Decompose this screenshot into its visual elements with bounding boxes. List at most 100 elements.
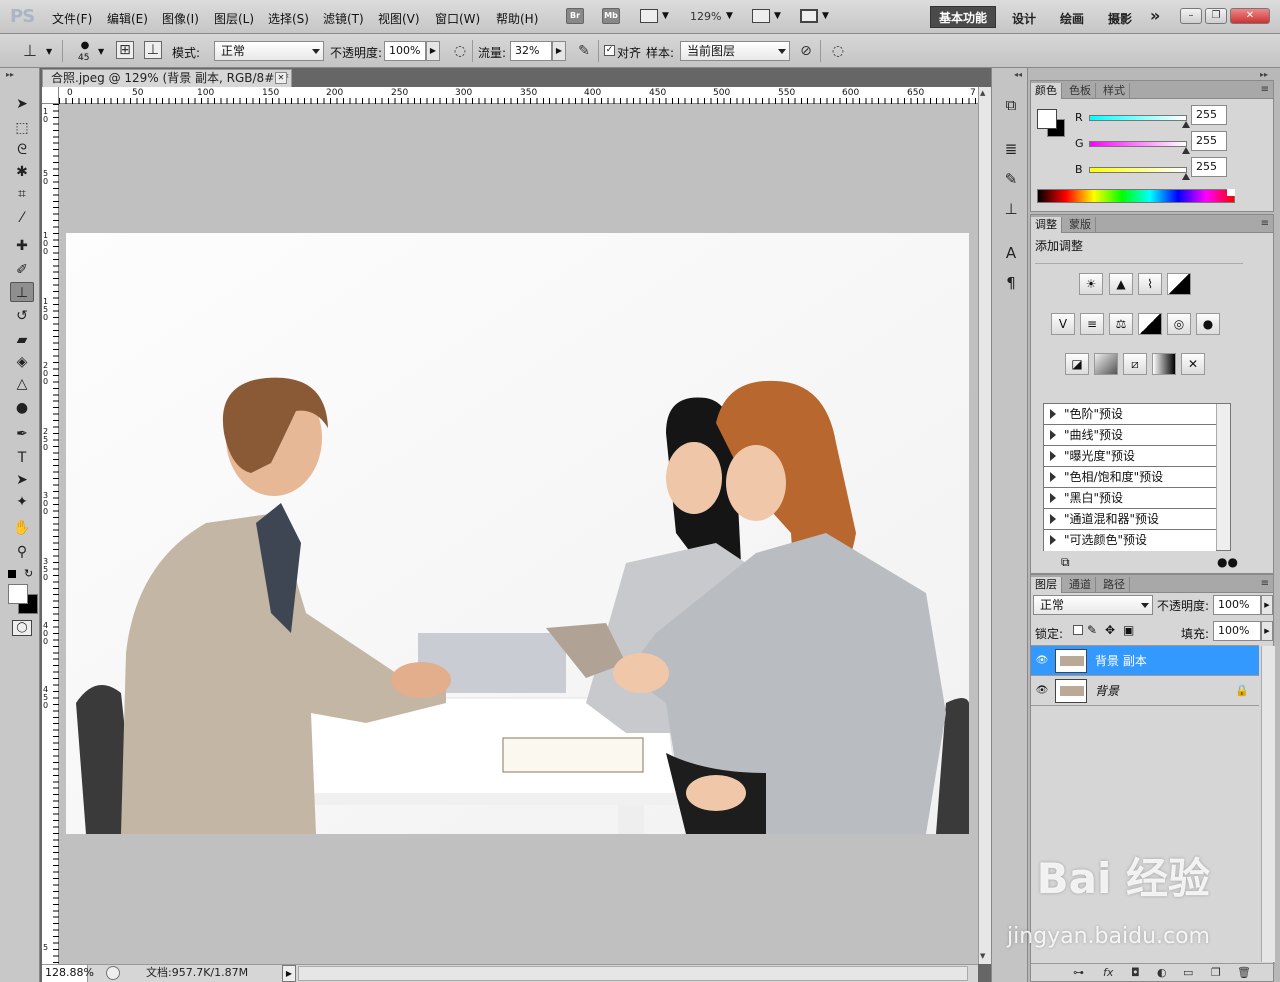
menu-filter[interactable]: 滤镜(T)	[323, 10, 364, 27]
collapse-icon[interactable]: ▸▸	[6, 70, 14, 79]
menu-edit[interactable]: 编辑(E)	[107, 10, 148, 27]
threshold-icon[interactable]: ⧄	[1123, 353, 1147, 375]
close-icon[interactable]: ✕	[275, 72, 287, 84]
document-vertical-scrollbar[interactable]: ▲ ▼	[978, 87, 991, 964]
hue-saturation-icon[interactable]: ≡	[1080, 313, 1104, 335]
clone-source-icon[interactable]: ⊥	[144, 41, 162, 59]
opacity-input[interactable]: 100%	[384, 41, 426, 61]
fill-slider-toggle[interactable]: ▶	[1261, 621, 1273, 641]
red-slider-thumb[interactable]	[1182, 121, 1190, 128]
sample-select[interactable]: 当前图层	[680, 41, 790, 61]
menu-image[interactable]: 图像(I)	[162, 10, 199, 27]
lasso-tool-icon[interactable]: ᘓ	[10, 140, 34, 160]
bridge-button[interactable]: Br	[566, 8, 584, 24]
clone-source-icon[interactable]: ⊥	[1000, 198, 1022, 220]
layer-name[interactable]: 背景	[1095, 676, 1119, 706]
chevron-down-icon[interactable]: ▼	[46, 47, 52, 56]
collapse-icon[interactable]: ◂◂	[1014, 70, 1022, 79]
panel-menu-icon[interactable]: ≡	[1261, 578, 1269, 589]
layer-opacity-input[interactable]: 100%	[1213, 595, 1261, 615]
foreground-color-swatch[interactable]	[8, 584, 28, 604]
brush-panel-icon[interactable]: ✎	[1000, 168, 1022, 190]
pressure-opacity-icon[interactable]: ◌	[450, 41, 470, 61]
layer-style-icon[interactable]: fx	[1103, 966, 1113, 979]
pen-tool-icon[interactable]: ✒	[10, 424, 34, 444]
preset-levels[interactable]: "色阶"预设	[1044, 404, 1216, 425]
color-balance-icon[interactable]: ⚖	[1109, 313, 1133, 335]
channel-mixer-icon[interactable]: ●	[1196, 313, 1220, 335]
color-ramp[interactable]	[1037, 189, 1235, 203]
brightness-contrast-icon[interactable]: ☀	[1079, 273, 1103, 295]
history-brush-tool-icon[interactable]: ↺	[10, 306, 34, 326]
status-menu-arrow-icon[interactable]: ▶	[282, 965, 296, 982]
document-image[interactable]	[66, 233, 969, 834]
brush-panel-icon[interactable]: ⊞	[116, 41, 134, 59]
brush-dot-icon[interactable]: ●	[76, 40, 94, 52]
layer-row-background[interactable]: 👁 背景 🔒	[1031, 676, 1259, 706]
green-slider-thumb[interactable]	[1182, 147, 1190, 154]
chevron-down-icon[interactable]: ▼	[662, 11, 669, 21]
preset-exposure[interactable]: "曝光度"预设	[1044, 446, 1216, 467]
magic-wand-tool-icon[interactable]: ✱	[10, 162, 34, 182]
marquee-tool-icon[interactable]: ⬚	[10, 118, 34, 138]
red-slider-track[interactable]	[1089, 115, 1187, 121]
ignore-adjustment-layers-icon[interactable]: ⊘	[796, 41, 816, 61]
chevron-down-icon[interactable]: ▼	[774, 11, 781, 21]
blue-slider-track[interactable]	[1089, 167, 1187, 173]
document-tab[interactable]: 合照.jpeg @ 129% (背景 副本, RGB/8#) * ✕	[42, 69, 292, 87]
foreground-color-swatch[interactable]	[1037, 109, 1057, 129]
layer-name[interactable]: 背景 副本	[1095, 646, 1147, 676]
collapse-icon[interactable]: ▸▸	[1260, 70, 1268, 79]
opacity-slider-toggle[interactable]: ▶	[1261, 595, 1273, 615]
minimize-button[interactable]: –	[1180, 8, 1202, 24]
flow-input[interactable]: 32%	[510, 41, 552, 61]
vibrance-icon[interactable]: V	[1051, 313, 1075, 335]
mode-select[interactable]: 正常	[214, 41, 324, 61]
brush-tool-icon[interactable]: ✐	[10, 260, 34, 280]
brush-presets-icon[interactable]: ≣	[1000, 138, 1022, 160]
swap-colors-icon[interactable]: ↻	[24, 567, 33, 580]
fill-input[interactable]: 100%	[1213, 621, 1261, 641]
status-info-icon[interactable]	[106, 966, 120, 980]
zoom-level-menu[interactable]: 129%	[690, 10, 721, 23]
character-panel-icon[interactable]: A	[1000, 242, 1022, 264]
preset-selective-color[interactable]: "可选颜色"预设	[1044, 530, 1216, 551]
dodge-tool-icon[interactable]: ●	[10, 398, 34, 418]
gradient-map-icon[interactable]	[1152, 353, 1176, 375]
tab-adjustments[interactable]: 调整	[1031, 217, 1062, 233]
paragraph-panel-icon[interactable]: ¶	[1000, 272, 1022, 294]
preset-channel-mixer[interactable]: "通道混和器"预设	[1044, 509, 1216, 530]
paint-bucket-tool-icon[interactable]: ◈	[10, 352, 34, 372]
zoom-field[interactable]: 128.88%	[42, 965, 94, 982]
levels-icon[interactable]: ▲	[1109, 273, 1133, 295]
tab-paths[interactable]: 路径	[1099, 577, 1130, 593]
selective-color-icon[interactable]: ✕	[1181, 353, 1205, 375]
clone-stamp-tool-icon[interactable]: ⊥	[20, 41, 40, 61]
quick-mask-icon[interactable]: ◯	[12, 620, 32, 636]
arrange-documents-icon[interactable]	[752, 9, 770, 23]
new-group-icon[interactable]: ▭	[1183, 966, 1193, 979]
aligned-checkbox[interactable]: ✓	[604, 45, 615, 56]
preset-black-white[interactable]: "黑白"预设	[1044, 488, 1216, 509]
link-layers-icon[interactable]: ⊶	[1073, 966, 1084, 979]
green-slider-track[interactable]	[1089, 141, 1187, 147]
visibility-eye-icon[interactable]: 👁	[1035, 654, 1049, 668]
lock-move-icon[interactable]: ✥	[1105, 623, 1115, 637]
menu-window[interactable]: 窗口(W)	[435, 10, 480, 27]
clone-stamp-tool-icon[interactable]: ⊥	[10, 282, 34, 302]
new-adjustment-layer-icon[interactable]: ◐	[1157, 966, 1167, 979]
layers-scrollbar[interactable]	[1261, 646, 1275, 962]
tab-styles[interactable]: 样式	[1099, 83, 1130, 99]
grid-extras-icon[interactable]	[640, 9, 658, 23]
tab-channels[interactable]: 通道	[1065, 577, 1096, 593]
lock-all-icon[interactable]: ▣	[1123, 623, 1134, 637]
workspace-essentials[interactable]: 基本功能	[930, 6, 996, 28]
new-layer-icon[interactable]: ❐	[1211, 966, 1221, 979]
airbrush-icon[interactable]: ✎	[574, 41, 594, 61]
restore-button[interactable]: ❐	[1205, 8, 1227, 24]
chevron-down-icon[interactable]: ▼	[822, 11, 829, 21]
path-selection-tool-icon[interactable]: ➤	[10, 470, 34, 490]
blue-value-input[interactable]: 255	[1191, 157, 1227, 177]
menu-view[interactable]: 视图(V)	[378, 10, 420, 27]
blue-slider-thumb[interactable]	[1182, 173, 1190, 180]
